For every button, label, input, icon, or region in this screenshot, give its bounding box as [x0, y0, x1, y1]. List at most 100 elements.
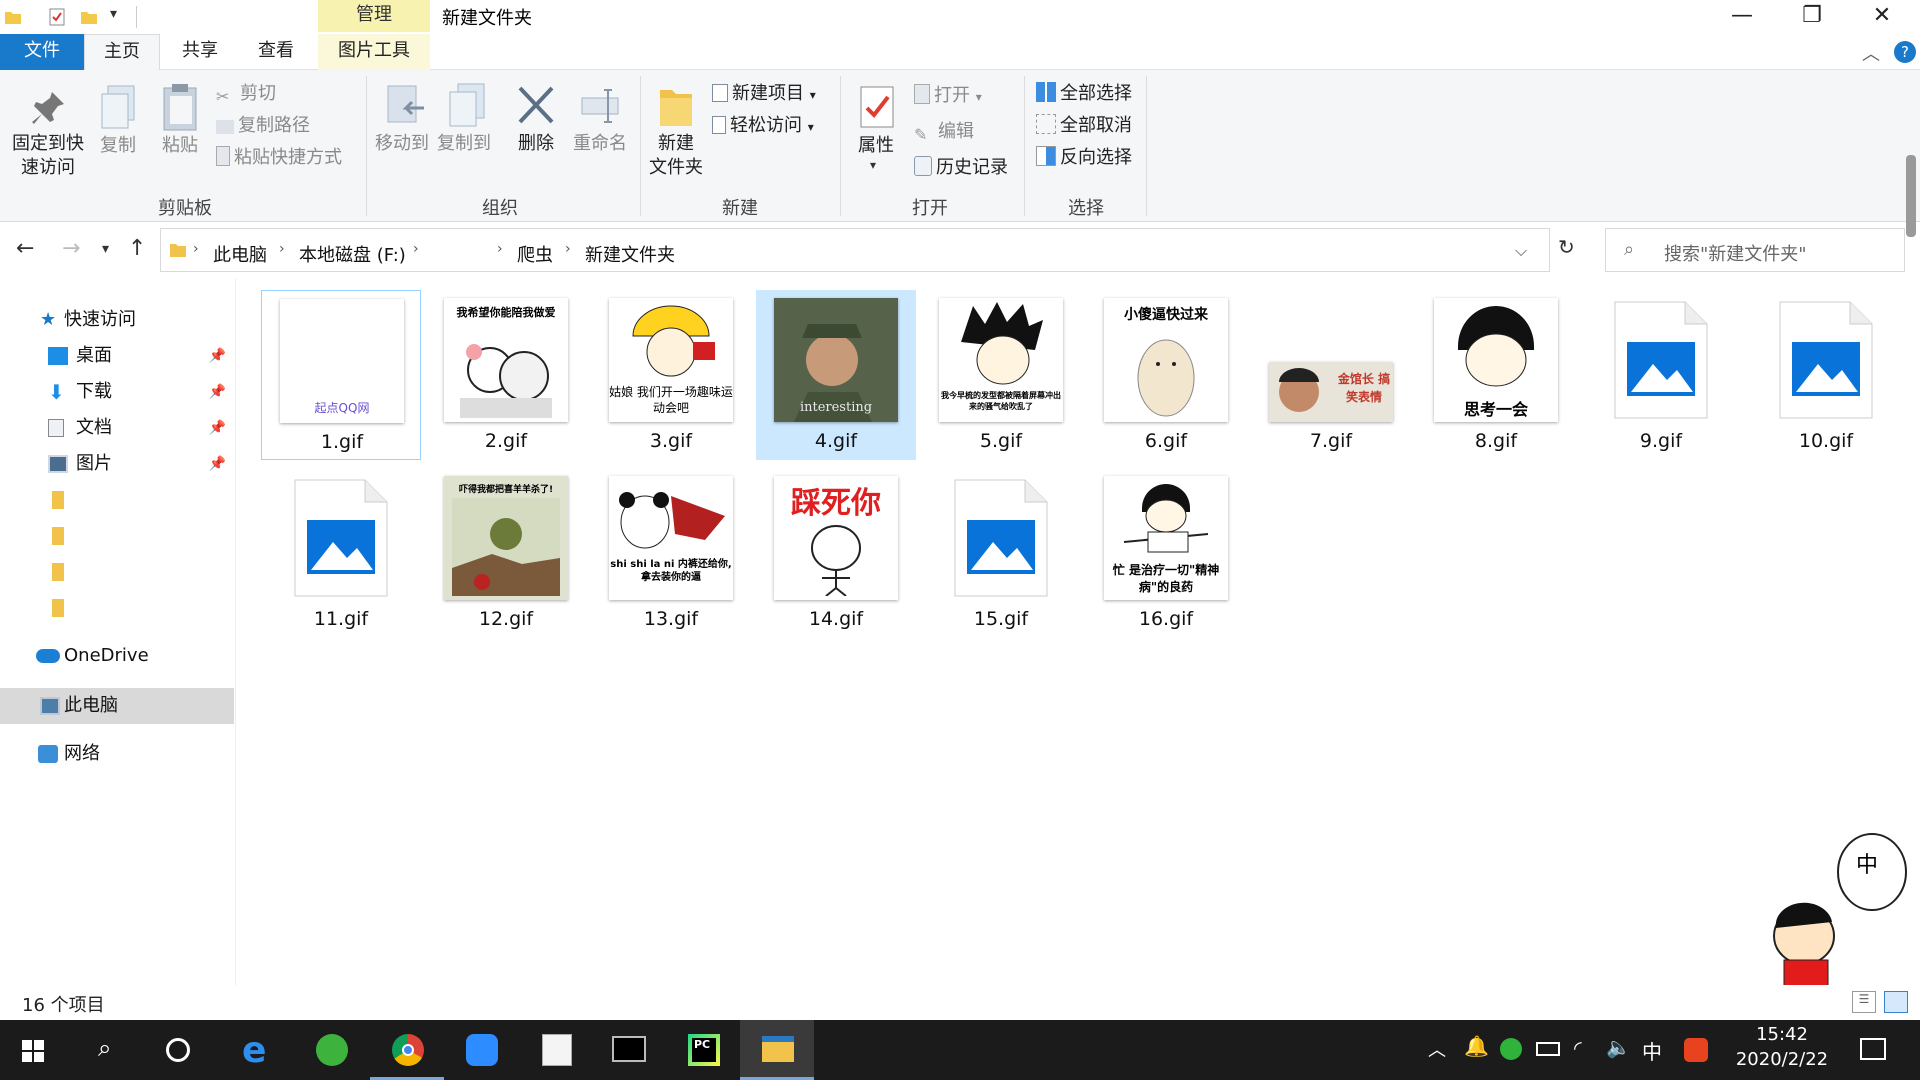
file-item[interactable]: interesting 4.gif	[756, 290, 916, 460]
tab-picture-tools[interactable]: 图片工具	[318, 34, 430, 70]
select-none-button[interactable]: 全部取消	[1036, 112, 1132, 140]
nav-folder[interactable]	[0, 482, 234, 518]
file-item[interactable]: 我希望你能陪我做爱 2.gif	[426, 290, 586, 460]
notification-bell-icon[interactable]: 🔔	[1464, 1034, 1489, 1058]
file-item[interactable]: 11.gif	[261, 468, 421, 638]
move-to-button[interactable]: 移动到	[372, 132, 432, 156]
explorer-taskbar-button[interactable]	[740, 1020, 814, 1080]
collapse-ribbon-icon[interactable]: ︿	[1862, 40, 1880, 66]
file-item[interactable]: shi shi la ni 内裤还给你,拿去装你的逼 13.gif	[591, 468, 751, 638]
search-taskbar-button[interactable]: ⌕	[74, 1020, 148, 1080]
back-button[interactable]: ←	[16, 238, 34, 260]
crumb-crawler[interactable]: 爬虫	[517, 241, 553, 267]
select-all-button[interactable]: 全部选择	[1036, 80, 1132, 108]
notepad-taskbar-button[interactable]	[518, 1020, 592, 1080]
nav-folder[interactable]	[0, 554, 234, 590]
zoom-taskbar-button[interactable]	[444, 1020, 518, 1080]
delete-button[interactable]: 删除	[506, 132, 566, 156]
battery-icon[interactable]	[1536, 1042, 1560, 1056]
chevron-down-icon[interactable]: ▾	[870, 158, 876, 172]
close-button[interactable]: ✕	[1850, 0, 1914, 34]
tab-file[interactable]: 文件	[0, 34, 84, 70]
nav-onedrive[interactable]: OneDrive	[0, 638, 234, 674]
start-button[interactable]	[0, 1020, 74, 1080]
sogou-input-icon[interactable]	[1684, 1038, 1708, 1062]
clock[interactable]: 15:42 2020/2/22	[1722, 1024, 1842, 1076]
ribbon-scroll-indicator[interactable]	[1906, 155, 1916, 237]
recent-locations-icon[interactable]: ▾	[102, 238, 109, 260]
nav-this-pc[interactable]: 此电脑	[0, 688, 234, 724]
tab-share[interactable]: 共享	[162, 34, 238, 70]
file-item[interactable]: 9.gif	[1581, 290, 1741, 460]
nav-downloads[interactable]: ⬇ 下载 📌	[0, 374, 234, 410]
pycharm-taskbar-button[interactable]: PC	[666, 1020, 740, 1080]
chevron-right-icon[interactable]: ›	[413, 241, 419, 257]
maximize-button[interactable]: ❐	[1780, 0, 1844, 34]
chrome-taskbar-button[interactable]	[370, 1020, 444, 1080]
open-button[interactable]: 打开 ▾	[914, 82, 982, 110]
qat-dropdown-icon[interactable]: ▾	[110, 6, 117, 22]
forward-button[interactable]: →	[62, 238, 80, 260]
rename-button[interactable]: 重命名	[568, 132, 632, 156]
file-item[interactable]: 10.gif	[1746, 290, 1906, 460]
chevron-right-icon[interactable]: ›	[565, 241, 571, 257]
chevron-right-icon[interactable]: ›	[497, 241, 503, 257]
edit-button[interactable]: ✎ 编辑	[914, 118, 974, 146]
tray-expand-icon[interactable]: ︿	[1428, 1036, 1446, 1062]
nav-folder[interactable]	[0, 590, 234, 626]
paste-button[interactable]: 粘贴	[156, 134, 204, 158]
chevron-right-icon[interactable]: ›	[279, 241, 285, 257]
file-item[interactable]: 我今早梳的发型都被隔着屏幕冲出来的骚气给吹乱了 5.gif	[921, 290, 1081, 460]
large-icons-view-icon[interactable]	[1884, 991, 1908, 1013]
refresh-button[interactable]: ↻	[1558, 236, 1575, 258]
invert-selection-button[interactable]: 反向选择	[1036, 144, 1132, 172]
minimize-button[interactable]: —	[1710, 0, 1774, 34]
volume-icon[interactable]: 🔈	[1606, 1035, 1631, 1059]
file-item[interactable]: 踩死你 14.gif	[756, 468, 916, 638]
file-item[interactable]: 忙 是治疗一切"精神病"的良药 16.gif	[1086, 468, 1246, 638]
help-icon[interactable]: ?	[1894, 41, 1916, 63]
ime-indicator[interactable]: 中	[1642, 1036, 1662, 1065]
file-item[interactable]: 思考一会 8.gif	[1416, 290, 1576, 460]
details-view-icon[interactable]: ☰	[1852, 991, 1876, 1013]
chevron-right-icon[interactable]: ›	[193, 241, 199, 257]
properties-button[interactable]: 属性	[846, 134, 906, 158]
security-tray-icon[interactable]	[1500, 1038, 1522, 1060]
tab-view[interactable]: 查看	[238, 34, 314, 70]
crumb-new-folder[interactable]: 新建文件夹	[585, 241, 675, 267]
file-item[interactable]: 吓得我都把喜羊羊杀了! 12.gif	[426, 468, 586, 638]
new-folder-button[interactable]: 新建 文件夹	[644, 132, 708, 180]
cut-button[interactable]: ✂ 剪切	[216, 80, 276, 108]
nav-desktop[interactable]: 桌面 📌	[0, 338, 234, 374]
easy-access-button[interactable]: 轻松访问 ▾	[712, 112, 814, 140]
history-button[interactable]: 历史记录	[914, 154, 1008, 182]
file-item[interactable]: 小傻逼快过来 6.gif	[1086, 290, 1246, 460]
file-item[interactable]: 姑娘 我们开一场趣味运动会吧 3.gif	[591, 290, 751, 460]
file-item[interactable]: 金馆长 搞笑表情 7.gif	[1251, 290, 1411, 460]
nav-pictures[interactable]: 图片 📌	[0, 446, 234, 482]
task-view-button[interactable]	[148, 1020, 222, 1080]
terminal-taskbar-button[interactable]	[592, 1020, 666, 1080]
file-item[interactable]: 起点QQ网 1.gif	[261, 290, 421, 460]
up-button[interactable]: ↑	[128, 238, 146, 260]
address-bar[interactable]: › 此电脑 › 本地磁盘 (F:) › › 爬虫 › 新建文件夹 ⌵	[160, 228, 1550, 272]
ie-taskbar-button[interactable]	[296, 1020, 370, 1080]
nav-quick-access[interactable]: ★ 快速访问	[0, 302, 234, 338]
wifi-icon[interactable]: ◜	[1574, 1036, 1582, 1060]
nav-folder[interactable]	[0, 518, 234, 554]
edge-taskbar-button[interactable]: e	[222, 1020, 296, 1080]
crumb-this-pc[interactable]: 此电脑	[213, 241, 267, 267]
new-item-button[interactable]: 新建项目 ▾	[712, 80, 816, 108]
action-center-icon[interactable]	[1860, 1038, 1886, 1060]
properties-qat-icon[interactable]	[48, 8, 66, 26]
copy-path-button[interactable]: 复制路径	[216, 112, 310, 140]
file-item[interactable]: 15.gif	[921, 468, 1081, 638]
nav-network[interactable]: 网络	[0, 736, 234, 772]
folder-icon[interactable]	[4, 8, 22, 26]
tab-home[interactable]: 主页	[84, 34, 160, 70]
address-dropdown-icon[interactable]: ⌵	[1515, 241, 1527, 261]
search-box[interactable]: ⌕ 搜索"新建文件夹"	[1605, 228, 1905, 272]
nav-documents[interactable]: 文档 📌	[0, 410, 234, 446]
new-folder-qat-icon[interactable]	[80, 8, 98, 26]
paste-shortcut-button[interactable]: 粘贴快捷方式	[216, 144, 342, 172]
